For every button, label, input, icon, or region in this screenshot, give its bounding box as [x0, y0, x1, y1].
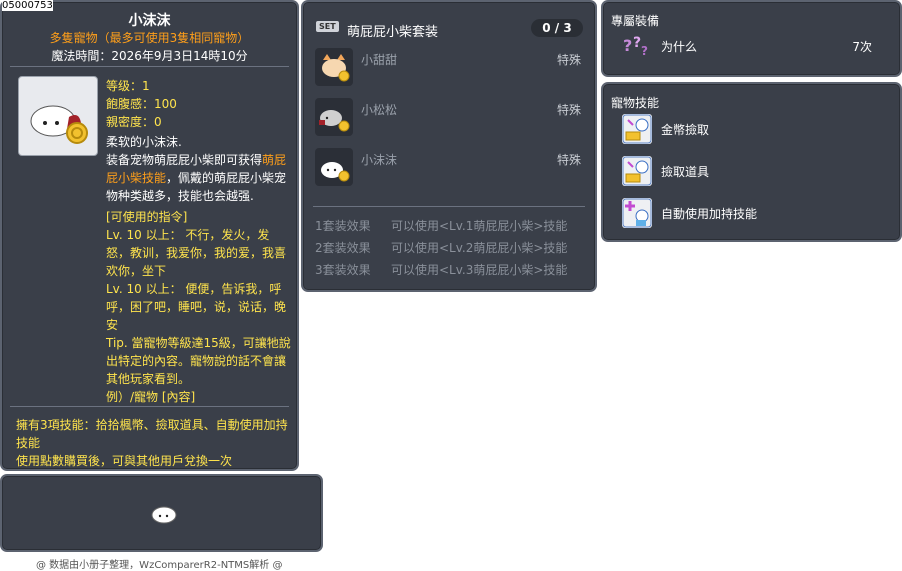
set-member-name: 小沫沫: [361, 153, 398, 167]
command-header: [可使用的指令]: [106, 210, 188, 224]
closeness-stat: 親密度：0: [106, 115, 162, 129]
example-line: 例）/寵物 [內容]: [106, 390, 196, 404]
svg-text:?: ?: [623, 36, 632, 55]
skill-name: 自動使用加持技能: [661, 207, 758, 221]
item-subtitle: 多隻寵物（最多可使用3隻相同寵物）: [49, 31, 250, 45]
set-member-name: 小松松: [361, 103, 398, 117]
exclusive-item-name: 为什么: [661, 40, 698, 54]
set-effect-label: 1套装效果: [315, 219, 371, 233]
set-member-name: 小甜甜: [361, 53, 398, 67]
magic-time: 魔法時間：2026年9月3日14時10分: [51, 49, 248, 63]
set-member-type: 特殊: [556, 53, 581, 67]
set-member-icon: [315, 48, 353, 86]
exclusive-item-count: 7次: [852, 40, 872, 54]
question-marks-icon: ? ? ?: [623, 35, 648, 58]
set-member-icon: [315, 98, 353, 136]
item-description: 柔软的小沫沫. 装备宠物萌屁屁小柴即可获得萌屁屁小柴技能，佩戴的萌屁屁小柴宠物种…: [106, 133, 292, 205]
skill-name: 撿取道具: [661, 165, 710, 179]
set-effect-row: 3套装效果 可以使用<Lv.3萌屁屁小柴>技能: [315, 261, 567, 278]
set-effect-text: 可以使用<Lv.3萌屁屁小柴>技能: [391, 263, 568, 277]
pet-skills-panel: 寵物技能 金幣撿取 撿取道具 自動使用加持技能: [601, 82, 902, 242]
set-effect-label: 3套装效果: [315, 263, 371, 277]
desc-line: 柔软的小沫沫.: [106, 135, 182, 149]
divider: [10, 66, 289, 67]
item-id-label: 05000753: [2, 0, 53, 11]
coin-pickup-skill-icon: [622, 114, 652, 144]
set-effect-row: 1套装效果 可以使用<Lv.1萌屁屁小柴>技能: [315, 217, 567, 234]
set-effect-text: 可以使用<Lv.1萌屁屁小柴>技能: [391, 219, 568, 233]
trade-note-text: 使用點數購買後，可與其他用戶兌換一次: [16, 454, 233, 468]
skill-name: 金幣撿取: [661, 123, 710, 137]
exclusive-title: 專屬裝備: [611, 14, 660, 28]
item-pickup-skill-icon: [622, 156, 652, 186]
pet-sprite-icon: [151, 506, 177, 524]
pet-preview-panel: [0, 474, 323, 552]
divider: [313, 206, 585, 207]
set-panel: SET 萌屁屁小柴套装 0 / 3 小甜甜 特殊 小松松 特殊 小沫沫 特殊 1…: [301, 0, 597, 292]
set-effect-text: 可以使用<Lv.2萌屁屁小柴>技能: [391, 241, 568, 255]
command-line: Lv. 10 以上： 不行，发火，发怒，教训，我爱你，我的爱，我喜欢你，坐下: [106, 228, 287, 278]
auto-buff-skill-icon: [622, 198, 652, 228]
set-name: 萌屁屁小柴套装: [347, 25, 439, 40]
svg-text:?: ?: [641, 44, 648, 58]
item-tooltip-panel: 小沫沫 多隻寵物（最多可使用3隻相同寵物） 魔法時間：2026年9月3日14時1…: [0, 0, 299, 471]
set-effect-label: 2套装效果: [315, 241, 371, 255]
set-member-type: 特殊: [556, 153, 581, 167]
desc-line-2: 装备宠物萌屁屁小柴即可获得萌屁屁小柴技能，佩戴的萌屁屁小柴宠物种类越多，技能也会…: [106, 151, 292, 205]
level-stat: 等级：1: [106, 79, 150, 93]
pet-icon: [18, 76, 98, 156]
fullness-stat: 飽腹感：100: [106, 97, 177, 111]
set-effect-row: 2套装效果 可以使用<Lv.2萌屁屁小柴>技能: [315, 239, 567, 256]
item-name: 小沫沫: [128, 13, 171, 29]
desc-text: 装备宠物萌屁屁小柴即可获得: [106, 153, 263, 167]
exclusive-equip-panel: 專屬裝備 ? ? ? 为什么 7次: [601, 0, 902, 77]
pet-skills-title: 寵物技能: [611, 96, 660, 110]
skills-note-text: 擁有3項技能：拾拾楓幣、撿取道具、自動使用加持技能: [16, 418, 288, 450]
tip-line: Tip. 當寵物等級達15級，可讓牠說出特定的內容。寵物說的話不會讓其他玩家看到…: [106, 336, 291, 386]
divider: [10, 406, 289, 407]
footer-credit: @ 数据由小册子整理，WzComparerR2-NTMS解析 @: [36, 560, 283, 571]
svg-text:?: ?: [633, 35, 641, 51]
set-member-type: 特殊: [556, 103, 581, 117]
set-count: 0 / 3: [531, 19, 583, 37]
set-badge: SET: [316, 21, 339, 32]
command-line: Lv. 10 以上： 便便，告诉我，呼呼，困了吧，睡吧，说，说话，晚安: [106, 282, 287, 332]
skills-note: 擁有3項技能：拾拾楓幣、撿取道具、自動使用加持技能 使用點數購買後，可與其他用戶…: [16, 416, 294, 470]
set-member-icon: [315, 148, 353, 186]
